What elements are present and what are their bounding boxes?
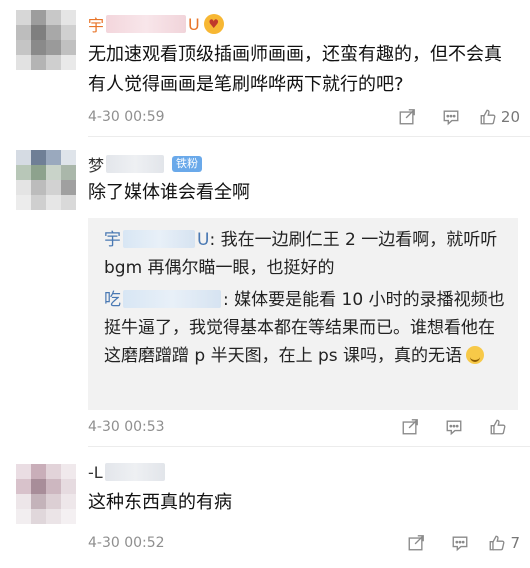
reply-username-suffix[interactable]: U <box>197 230 209 250</box>
divider <box>88 136 530 137</box>
reply-username-prefix[interactable]: 宇 <box>104 230 121 250</box>
fan-badge: 铁粉 <box>172 156 203 172</box>
reply-thread[interactable]: 宇 U: 我在一边刷仁王 2 一边看啊，就听听 bgm 再偶尔瞄一眼，也挺好的 吃… <box>88 218 518 410</box>
timestamp: 4-30 00:52 <box>88 535 165 551</box>
thumbs-up-icon <box>490 535 505 551</box>
comment-button[interactable] <box>429 106 473 128</box>
comment-1: 宇 U ♥ 无加速观看顶级插画师画画，还蛮有趣的，但不会真有人觉得画画是笔刷哗哗… <box>0 0 530 140</box>
comment-actions: 20 <box>385 106 520 128</box>
like-button[interactable] <box>476 416 520 438</box>
username-prefix: 梦 <box>88 156 105 175</box>
username-redaction <box>123 290 221 308</box>
like-count: 7 <box>510 534 520 552</box>
like-count: 20 <box>500 108 520 126</box>
reply-username-prefix[interactable]: 吃 <box>104 290 121 310</box>
username-prefix: -L <box>88 462 103 482</box>
avatar[interactable] <box>16 10 76 70</box>
share-button[interactable] <box>388 416 432 438</box>
username[interactable]: 梦 铁粉 <box>88 152 203 176</box>
avatar[interactable] <box>16 464 76 524</box>
username-redaction <box>104 463 165 481</box>
reply-2[interactable]: 吃: 媒体要是能看 10 小时的录播视频也挺牛逼了，我觉得基本都在等结果而已。谁… <box>104 286 506 370</box>
smile-emoji-icon <box>466 346 485 364</box>
username-redaction <box>123 230 195 248</box>
comment-text: 除了媒体谁会看全啊 <box>88 182 250 203</box>
emoji-badge-icon: ♥ <box>203 14 224 34</box>
comment-button[interactable] <box>438 532 482 554</box>
like-button[interactable]: 7 <box>482 532 520 554</box>
share-icon <box>399 109 415 125</box>
thumbs-up-icon <box>490 419 506 435</box>
divider <box>88 446 530 447</box>
avatar[interactable] <box>16 150 76 210</box>
thumbs-up-icon <box>480 109 496 125</box>
username-suffix: U <box>188 14 200 34</box>
comment-actions: 7 <box>394 532 520 554</box>
share-button[interactable] <box>394 532 438 554</box>
username[interactable]: 宇 U ♥ <box>88 12 224 36</box>
like-button[interactable]: 20 <box>473 106 520 128</box>
timestamp: 4-30 00:59 <box>88 109 165 125</box>
comment-actions <box>388 416 520 438</box>
username-redaction <box>106 15 187 33</box>
comment-icon <box>446 420 462 436</box>
timestamp: 4-30 00:53 <box>88 419 165 435</box>
username-redaction <box>106 155 165 173</box>
comment-button[interactable] <box>432 416 476 438</box>
comment-text: 无加速观看顶级插画师画画，还蛮有趣的，但不会真有人觉得画画是笔刷哗哗两下就行的吧… <box>88 44 502 95</box>
share-icon <box>402 419 418 435</box>
share-button[interactable] <box>385 106 429 128</box>
comment-2: 梦 铁粉 除了媒体谁会看全啊 宇 U: 我在一边刷仁王 2 一边看啊，就听听 bg… <box>0 140 530 446</box>
username-prefix: 宇 <box>88 16 105 35</box>
comment-icon <box>453 536 468 552</box>
comment-icon <box>443 110 459 126</box>
comment-text: 这种东西真的有病 <box>88 492 232 513</box>
share-icon <box>409 535 425 551</box>
username[interactable]: -L <box>88 460 167 484</box>
comment-3: -L 这种东西真的有病 4-30 00:52 7 <box>0 452 530 568</box>
reply-1[interactable]: 宇 U: 我在一边刷仁王 2 一边看啊，就听听 bgm 再偶尔瞄一眼，也挺好的 <box>104 226 506 282</box>
